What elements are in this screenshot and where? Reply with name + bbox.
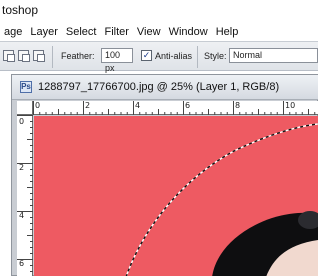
options-divider (197, 46, 198, 68)
antialias-checkbox[interactable]: ✓ (141, 50, 152, 61)
antialias-label: Anti-alias (155, 51, 193, 61)
ruler-h-label: 6 (185, 101, 191, 110)
horizontal-ruler-ticks (33, 101, 316, 115)
feather-label: Feather: (61, 51, 95, 61)
document-icon: Ps (20, 81, 32, 93)
menu-image[interactable]: age (0, 25, 26, 40)
style-label: Style: (204, 51, 227, 61)
menu-view[interactable]: View (133, 25, 165, 40)
document-title: 1288797_17766700.jpg @ 25% (Layer 1, RGB… (38, 81, 280, 93)
menu-items: age Layer Select Filter View Window Help (0, 25, 242, 40)
options-divider (52, 46, 53, 68)
menu-bar: toshop age Layer Select Filter View Wind… (0, 0, 318, 40)
ruler-h-label: 0 (35, 101, 41, 110)
options-bar: Feather: 100 px ✓ Anti-alias Style: Norm… (0, 41, 318, 73)
document-window: Ps 1288797_17766700.jpg @ 25% (Layer 1, … (11, 74, 318, 276)
ruler-v-label: 2 (19, 163, 25, 172)
ruler-h-label: 10 (285, 101, 296, 110)
menu-layer[interactable]: Layer (26, 25, 62, 40)
image-canvas[interactable] (34, 116, 318, 276)
menu-filter[interactable]: Filter (100, 25, 132, 40)
ruler-v-label: 6 (19, 259, 25, 268)
vertical-ruler-ticks (17, 115, 33, 272)
menu-help[interactable]: Help (212, 25, 243, 40)
ruler-v-label: 0 (19, 117, 25, 126)
app-title: toshop (2, 3, 39, 17)
menu-window[interactable]: Window (165, 25, 212, 40)
ruler-h-label: 2 (85, 101, 91, 110)
horizontal-ruler[interactable]: 0 2 4 6 8 10 (33, 101, 318, 115)
menu-select[interactable]: Select (62, 25, 101, 40)
style-select[interactable]: Normal (229, 48, 318, 63)
ruler-h-label: 4 (135, 101, 141, 110)
document-titlebar[interactable]: Ps 1288797_17766700.jpg @ 25% (Layer 1, … (12, 75, 318, 100)
ruler-h-label: 8 (235, 101, 241, 110)
feather-input[interactable]: 100 px (101, 48, 133, 73)
canvas-artwork (125, 123, 318, 276)
subtract-from-selection-icon[interactable] (33, 50, 45, 62)
vertical-ruler[interactable]: 0 2 4 6 (17, 115, 33, 276)
add-to-selection-icon[interactable] (18, 50, 30, 62)
new-selection-icon[interactable] (3, 50, 15, 62)
ruler-v-label: 4 (19, 211, 25, 220)
ruler-origin[interactable] (17, 101, 33, 115)
